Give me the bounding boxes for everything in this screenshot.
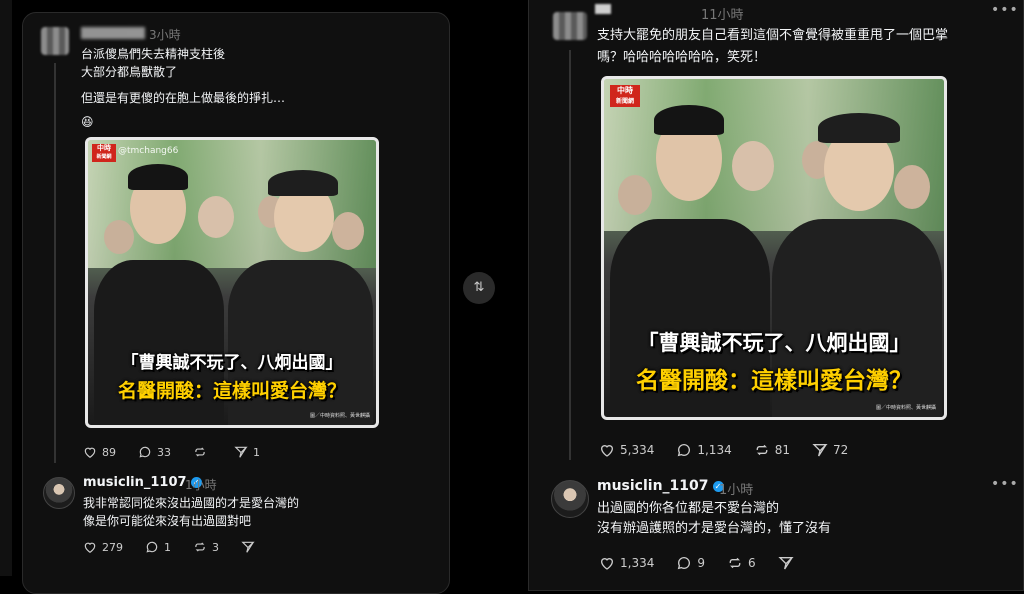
- avatar[interactable]: [553, 12, 587, 40]
- avatar[interactable]: [41, 27, 69, 55]
- news-logo: 中時 新聞網: [610, 85, 640, 107]
- like-count: 279: [102, 540, 123, 554]
- repost-count: 3: [212, 540, 219, 554]
- share-button[interactable]: [241, 540, 260, 554]
- like-button[interactable]: 89: [83, 445, 116, 459]
- image-caption-line-2: 名醫開酸：這樣叫愛台灣？: [636, 368, 912, 394]
- repost-count: 81: [774, 443, 790, 457]
- like-count: 89: [102, 445, 116, 459]
- reply-text-line-2: 像是你可能從來沒有出過國對吧: [83, 514, 252, 528]
- news-logo: 中時 新聞網: [92, 144, 116, 162]
- reply-text-line-2: 沒有辦過護照的才是愛台灣的，懂了沒有: [597, 521, 832, 536]
- left-thread-panel: 3小時 台派傻鳥們失去精神支柱後 大部分都鳥獸散了 但還是有更傻的在胞上做最後的…: [22, 12, 450, 594]
- repost-button[interactable]: 81: [754, 442, 790, 458]
- image-caption-line-2: 名醫開酸：這樣叫愛台灣？: [117, 380, 346, 402]
- share-button[interactable]: 1: [234, 445, 260, 459]
- repost-icon: [195, 447, 205, 457]
- like-button[interactable]: 1,334: [599, 555, 654, 571]
- like-count: 1,334: [620, 556, 655, 570]
- post-text-line-2: 大部分都鳥獸散了: [81, 65, 178, 79]
- username-blurred[interactable]: [81, 27, 145, 39]
- like-count: 5,334: [620, 443, 655, 457]
- comment-button[interactable]: 1,134: [676, 442, 732, 458]
- image-credit: 圖／中時資料照、黃世麒攝: [309, 413, 370, 419]
- comment-count: 1,134: [697, 443, 732, 457]
- comment-count: 9: [697, 556, 705, 570]
- comment-button[interactable]: 9: [676, 555, 705, 571]
- avatar[interactable]: [43, 477, 75, 509]
- reply-actions: 1,334 9 6: [599, 555, 821, 571]
- repost-count: 6: [748, 556, 756, 570]
- repost-button[interactable]: 3: [193, 540, 219, 554]
- share-button[interactable]: [778, 555, 799, 571]
- post-actions: 89 33 1: [83, 445, 282, 459]
- comment-button[interactable]: 33: [138, 445, 171, 459]
- repost-icon: [756, 444, 768, 456]
- send-icon: [812, 444, 828, 457]
- repost-button[interactable]: 6: [727, 555, 756, 571]
- share-count: 1: [253, 445, 260, 459]
- like-button[interactable]: 5,334: [599, 442, 654, 458]
- heart-icon: [600, 445, 614, 457]
- post-timestamp: 11小時: [701, 8, 744, 23]
- comment-count: 1: [164, 540, 171, 554]
- avatar[interactable]: [551, 480, 589, 518]
- post-timestamp: 3小時: [149, 28, 181, 42]
- send-icon: [234, 446, 248, 458]
- heart-icon: [84, 447, 96, 458]
- right-thread-panel: 11小時 ••• 支持大罷免的朋友自己看到這個不會覺得被重重甩了一個巴掌 嗎？哈…: [528, 0, 1024, 591]
- post-image[interactable]: 中時 新聞網 @tmchang66 「曹興誠不玩了、八炯出國」 名醫開酸：這樣叫愛…: [85, 137, 379, 428]
- more-options-icon[interactable]: •••: [991, 476, 1019, 492]
- reply-timestamp: 1小時: [185, 478, 217, 492]
- image-caption-line-1: 「曹興誠不玩了、八炯出國」: [121, 353, 343, 373]
- send-icon: [241, 541, 255, 553]
- heart-icon: [84, 542, 96, 553]
- emoji-laughing-icon: 😆: [81, 115, 94, 129]
- share-count: 72: [833, 443, 849, 457]
- image-watermark: @tmchang66: [118, 146, 179, 156]
- thread-line: [54, 63, 56, 463]
- repost-icon[interactable]: ⇅: [463, 272, 495, 304]
- like-button[interactable]: 279: [83, 540, 123, 554]
- comment-icon: [146, 541, 158, 553]
- send-icon: [778, 557, 794, 570]
- reply-text-line-1: 出過國的你各位都是不愛台灣的: [597, 501, 780, 516]
- comment-count: 33: [157, 445, 171, 459]
- heart-icon: [600, 558, 614, 570]
- reply-username[interactable]: musiclin_1107 ✓: [597, 478, 724, 494]
- comment-button[interactable]: 1: [145, 540, 171, 554]
- post-image[interactable]: 中時 新聞網 「曹興誠不玩了、八炯出國」 名醫開酸：這樣叫愛台灣？ 圖／中時資料照…: [601, 76, 947, 420]
- reply-username[interactable]: musiclin_1107 ✓: [83, 475, 202, 490]
- comment-icon: [678, 444, 691, 457]
- username-blurred[interactable]: [595, 4, 611, 14]
- post-text-line-3: 但還是有更傻的在胞上做最後的掙扎…: [81, 91, 286, 105]
- repost-icon: [195, 542, 205, 552]
- share-button[interactable]: 72: [812, 442, 848, 458]
- post-actions: 5,334 1,134 81 72: [599, 442, 870, 458]
- repost-icon: [729, 557, 741, 569]
- comment-icon: [678, 557, 691, 570]
- image-credit: 圖／中時資料照、黃世麒攝: [875, 405, 936, 411]
- more-options-icon[interactable]: •••: [991, 2, 1019, 18]
- post-text-line-2: 嗎？哈哈哈哈哈哈哈，笑死！: [597, 50, 767, 65]
- reply-text-line-1: 我非常認同從來沒出過國的才是愛台灣的: [83, 496, 300, 510]
- repost-button[interactable]: [193, 445, 212, 459]
- post-text-line-1: 台派傻鳥們失去精神支柱後: [81, 47, 226, 61]
- image-caption-line-1: 「曹興誠不玩了、八炯出國」: [637, 331, 911, 355]
- reply-timestamp: 1小時: [719, 483, 754, 498]
- left-edge-strip: [0, 0, 12, 576]
- comment-icon: [139, 446, 151, 458]
- thread-line: [569, 50, 571, 460]
- post-text-line-1: 支持大罷免的朋友自己看到這個不會覺得被重重甩了一個巴掌: [597, 28, 949, 43]
- reply-actions: 279 1 3: [83, 540, 282, 554]
